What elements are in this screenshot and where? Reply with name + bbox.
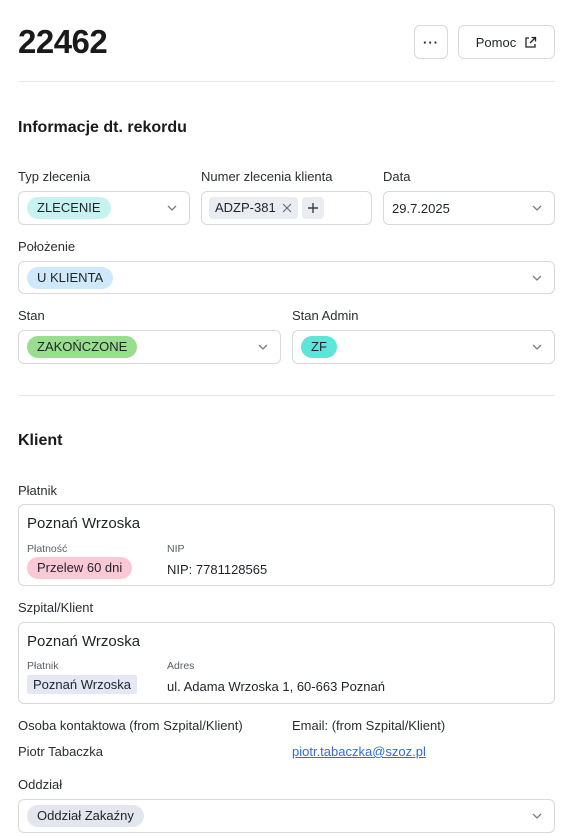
numer-zlecenia-tag-label: ADZP-381 (215, 200, 276, 215)
date-select[interactable]: 29.7.2025 (383, 191, 555, 225)
divider (18, 395, 555, 396)
adres-value: ul. Adama Wrzoska 1, 60-663 Poznań (167, 679, 385, 694)
external-link-icon (525, 36, 537, 48)
polozenie-select[interactable]: U KLIENTA (18, 261, 555, 294)
section-title-client: Klient (18, 432, 63, 449)
chevron-down-icon (532, 344, 542, 350)
email-label: Email: (from Szpital/Klient) (292, 718, 446, 733)
szpital-platnik-value: Poznań Wrzoska (27, 675, 138, 694)
chevron-down-icon (532, 205, 542, 211)
stan-value: ZAKOŃCZONE (27, 336, 138, 358)
oddzial-label: Oddział (18, 777, 63, 792)
data-label: Data (383, 169, 411, 184)
help-button[interactable]: Pomoc (458, 25, 555, 59)
divider (18, 81, 555, 82)
polozenie-label: Położenie (18, 239, 76, 254)
chevron-down-icon (167, 205, 177, 211)
stan-admin-select[interactable]: ZF (292, 330, 555, 364)
szpital-card[interactable]: Poznań Wrzoska Płatnik Poznań Wrzoska Ad… (18, 622, 555, 704)
szpital-platnik-label: Płatnik (27, 660, 59, 672)
stan-label: Stan (18, 308, 45, 323)
szpital-label: Szpital/Klient (18, 600, 94, 615)
platnosc-value: Przelew 60 dni (27, 557, 133, 579)
chevron-down-icon (532, 813, 542, 819)
stan-select[interactable]: ZAKOŃCZONE (18, 330, 281, 364)
szpital-name: Poznań Wrzoska (27, 633, 141, 650)
osoba-kontaktowa-label: Osoba kontaktowa (from Szpital/Klient) (18, 718, 243, 733)
email-link[interactable]: piotr.tabaczka@szoz.pl (292, 744, 426, 759)
typ-zlecenia-select[interactable]: ZLECENIE (18, 191, 190, 225)
chevron-down-icon (532, 275, 542, 281)
polozenie-value: U KLIENTA (27, 266, 114, 289)
add-tag-button[interactable] (301, 197, 324, 219)
typ-zlecenia-value: ZLECENIE (27, 197, 111, 219)
platnik-name: Poznań Wrzoska (27, 515, 141, 532)
platnik-label: Płatnik (18, 483, 58, 498)
numer-zlecenia-tag: ADZP-381 (209, 197, 298, 219)
chevron-down-icon (258, 344, 268, 350)
section-title-record: Informacje dt. rekordu (18, 119, 187, 136)
osoba-kontaktowa-value: Piotr Tabaczka (18, 744, 104, 759)
plus-icon (307, 203, 318, 213)
oddzial-value: Oddział Zakaźny (27, 805, 144, 827)
nip-label: NIP (167, 543, 185, 555)
help-button-label: Pomoc (475, 34, 517, 50)
numer-zlecenia-field[interactable]: ADZP-381 (201, 191, 372, 225)
oddzial-select[interactable]: Oddział Zakaźny (18, 799, 555, 833)
page-title: 22462 (18, 23, 108, 60)
platnik-card[interactable]: Poznań Wrzoska Płatność Przelew 60 dni N… (18, 504, 555, 586)
remove-tag-icon[interactable] (282, 203, 292, 213)
adres-label: Adres (167, 660, 195, 672)
numer-zlecenia-label: Numer zlecenia klienta (201, 169, 333, 184)
more-options-button[interactable]: ··· (414, 25, 448, 59)
platnosc-label: Płatność (27, 543, 68, 555)
nip-value: NIP: 7781128565 (167, 562, 268, 577)
ellipsis-icon: ··· (423, 34, 439, 50)
stan-admin-value: ZF (301, 336, 337, 358)
stan-admin-label: Stan Admin (292, 308, 359, 323)
date-value: 29.7.2025 (392, 200, 450, 216)
typ-zlecenia-label: Typ zlecenia (18, 169, 91, 184)
